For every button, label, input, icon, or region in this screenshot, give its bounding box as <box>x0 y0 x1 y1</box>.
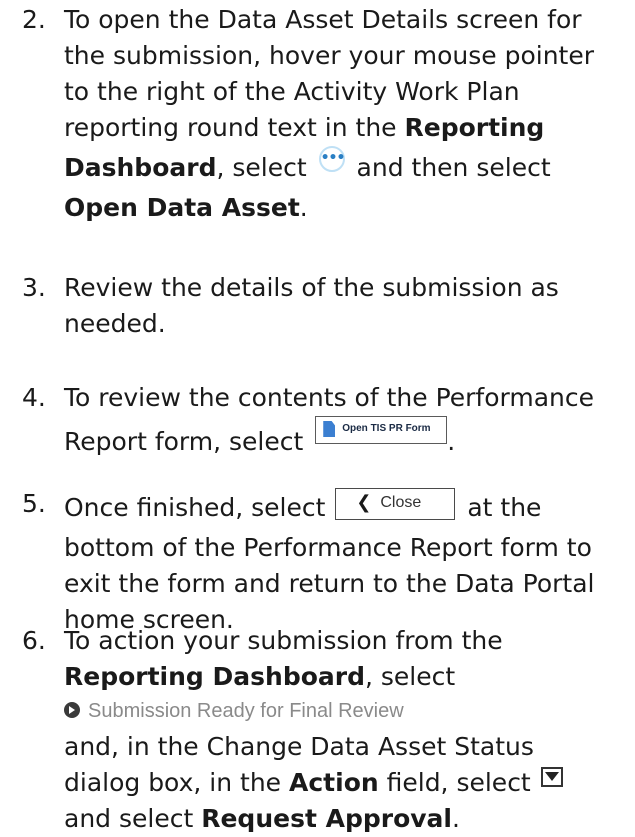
open-tis-pr-form-button[interactable]: Open TIS PR Form <box>315 416 448 444</box>
step-text-line: Open Data Asset. <box>64 190 632 226</box>
text-segment: . <box>299 193 308 222</box>
step-text-line: Dashboard, select ••• and then select <box>64 146 632 190</box>
dropdown-arrow-icon[interactable] <box>540 767 563 787</box>
more-options-icon[interactable]: ••• <box>318 146 345 172</box>
text-segment: Once finished, select <box>64 493 334 522</box>
button-label: Close <box>380 494 422 511</box>
text-segment: . <box>447 427 456 456</box>
document-icon <box>323 421 336 437</box>
instruction-document: 2. To open the Data Asset Details screen… <box>0 0 635 833</box>
dashboard-label: Dashboard <box>64 153 217 182</box>
step-text-line: Report form, select Open TIS PR Form. <box>64 416 632 464</box>
text-segment: , select <box>216 153 315 182</box>
step-number: 3. <box>22 273 46 302</box>
step-2: 2. To open the Data Asset Details screen… <box>22 2 632 226</box>
step-5: 5. Once finished, select ❮ Close at the b… <box>22 486 632 638</box>
step-text-line: bottom of the Performance Report form to <box>64 533 592 562</box>
text-segment: and select <box>64 804 202 833</box>
step-text-line: reporting round text in the Reporting <box>64 110 632 146</box>
step-text-line: needed. <box>64 309 166 338</box>
action-label: Action <box>289 768 379 797</box>
submission-ready-status-link[interactable]: Submission Ready for Final Review <box>64 697 632 725</box>
step-body: Review the details of the submission as … <box>64 270 632 342</box>
step-text-line: To action your submission from the <box>64 626 503 655</box>
close-button[interactable]: ❮ Close <box>335 488 456 520</box>
step-number: 4. <box>22 383 46 412</box>
step-text-line: exit the form and return to the Data Por… <box>64 569 595 598</box>
request-approval-label: Request Approval <box>201 804 452 833</box>
step-text-line: the submission, hover your mouse pointer <box>64 41 595 70</box>
status-link-label: Submission Ready for Final Review <box>88 700 404 722</box>
text-segment: at the <box>459 493 542 522</box>
step-text-line: to the right of the Activity Work Plan <box>64 77 520 106</box>
step-text-line: To open the Data Asset Details screen fo… <box>64 5 582 34</box>
text-segment: Report form, select <box>64 427 312 456</box>
text-segment: field, select <box>378 768 539 797</box>
step-number: 2. <box>22 5 46 34</box>
step-number: 6. <box>22 626 46 655</box>
circle-arrow-right-icon <box>64 702 80 718</box>
open-data-asset-label: Open Data Asset <box>64 193 300 222</box>
step-number: 5. <box>22 489 46 518</box>
step-body: To review the contents of the Performanc… <box>64 380 632 464</box>
step-4: 4. To review the contents of the Perform… <box>22 380 632 464</box>
text-segment: reporting round text in the <box>64 113 405 142</box>
step-6: 6. To action your submission from the Re… <box>22 623 632 837</box>
step-3: 3. Review the details of the submission … <box>22 270 632 342</box>
step-text-line: dialog box, in the Action field, select <box>64 765 632 801</box>
text-segment: and then select <box>348 153 551 182</box>
step-text-line: Reporting Dashboard, select <box>64 659 632 695</box>
step-body: Once finished, select ❮ Close at the bott… <box>64 486 632 638</box>
step-body: To open the Data Asset Details screen fo… <box>64 2 632 226</box>
text-segment: dialog box, in the <box>64 768 289 797</box>
reporting-dashboard-label: Reporting Dashboard <box>64 662 365 691</box>
step-text-line: To review the contents of the Performanc… <box>64 383 594 412</box>
reporting-label: Reporting <box>404 113 545 142</box>
step-text-line: Once finished, select ❮ Close at the <box>64 486 632 530</box>
step-body: To action your submission from the Repor… <box>64 623 632 837</box>
step-text-line: Review the details of the submission as <box>64 273 559 302</box>
text-segment: , select <box>365 662 456 691</box>
chevron-left-icon: ❮ <box>356 492 372 513</box>
step-text-line: and select Request Approval. <box>64 801 632 837</box>
step-text-line: and, in the Change Data Asset Status <box>64 732 534 761</box>
button-label: Open TIS PR Form <box>342 423 431 434</box>
text-segment: . <box>452 804 460 833</box>
